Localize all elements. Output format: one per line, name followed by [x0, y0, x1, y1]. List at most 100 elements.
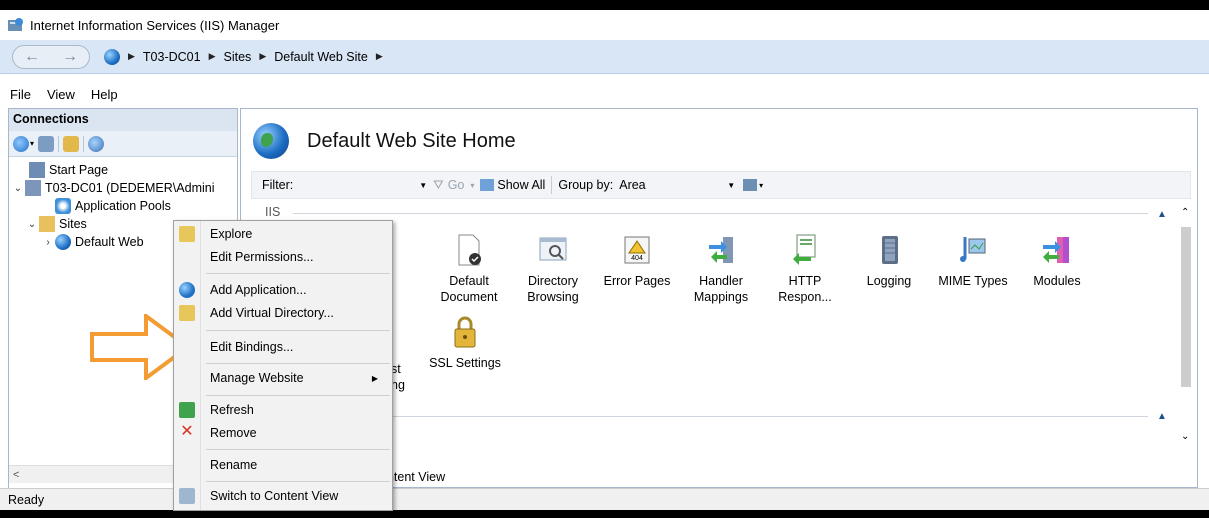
- breadcrumb-separator-icon: ▶: [208, 51, 216, 61]
- tree-item-start-page[interactable]: Start Page: [9, 161, 237, 179]
- menu-item-refresh[interactable]: Refresh: [174, 399, 392, 421]
- title-bar: Internet Information Services (IIS) Mana…: [0, 10, 1209, 40]
- group-by-label: Group by:: [558, 178, 614, 192]
- context-menu: Explore Edit Permissions... Add Applicat…: [173, 220, 393, 511]
- forward-arrow-icon[interactable]: →: [62, 48, 78, 66]
- window-title: Internet Information Services (IIS) Mana…: [30, 17, 280, 33]
- connections-header: Connections: [9, 109, 237, 131]
- connect-icon[interactable]: [13, 135, 29, 152]
- default-document-icon: [453, 233, 485, 267]
- menu-separator: [206, 273, 390, 274]
- collapse-group-icon[interactable]: ▲: [1157, 411, 1167, 422]
- connections-toolbar: ▾: [9, 131, 237, 157]
- explore-folder-icon: [179, 226, 195, 242]
- remove-x-icon: ✕: [180, 423, 194, 440]
- error-code-text: 404: [631, 255, 643, 262]
- group-divider: [293, 213, 1148, 214]
- disconnect-icon[interactable]: [88, 135, 105, 152]
- add-application-icon: [179, 282, 195, 298]
- filter-input[interactable]: [299, 176, 419, 194]
- globe-icon: [104, 48, 120, 65]
- feature-logging[interactable]: Logging: [847, 233, 931, 289]
- menu-item-switch-content-view[interactable]: Switch to Content View: [174, 485, 392, 507]
- save-icon[interactable]: [38, 135, 55, 152]
- breadcrumb-default-site[interactable]: Default Web Site: [274, 50, 368, 64]
- menu-file[interactable]: File: [10, 87, 31, 102]
- scroll-left-icon[interactable]: <: [13, 469, 19, 481]
- filter-bar: Filter: ▼ ⛛ Go ▾ Show All Group by: Area…: [251, 171, 1191, 199]
- content-view-icon: [179, 488, 195, 504]
- menu-separator: [206, 330, 390, 331]
- feature-request-filtering[interactable]: st ng: [391, 361, 415, 393]
- http-response-icon: [789, 233, 821, 267]
- iis-app-icon: [8, 18, 24, 32]
- show-all-icon: [480, 179, 495, 191]
- scroll-down-icon[interactable]: ⌄: [1181, 431, 1189, 442]
- modules-icon: [1041, 233, 1073, 267]
- logging-icon: [873, 233, 905, 267]
- collapse-group-icon[interactable]: ▲: [1157, 209, 1167, 220]
- feature-default-document[interactable]: Default Document: [427, 233, 511, 305]
- expand-chevron-icon[interactable]: ›: [41, 237, 55, 248]
- error-pages-icon: 404: [621, 233, 653, 267]
- menu-item-edit-permissions[interactable]: Edit Permissions...: [174, 246, 392, 268]
- menu-item-rename[interactable]: Rename: [174, 454, 392, 476]
- breadcrumb-sites[interactable]: Sites: [224, 50, 252, 64]
- scrollbar-thumb[interactable]: [1181, 227, 1191, 387]
- feature-directory-browsing[interactable]: Directory Browsing: [511, 233, 595, 305]
- menu-item-manage-website[interactable]: Manage Website ▶: [174, 367, 392, 389]
- go-button[interactable]: Go: [448, 178, 465, 192]
- toolbar-separator: [551, 176, 553, 194]
- group-divider: [391, 416, 1148, 417]
- menu-item-remove[interactable]: ✕ Remove: [174, 422, 392, 444]
- page-title: Default Web Site Home: [307, 129, 516, 152]
- breadcrumb-separator-icon: ▶: [259, 51, 267, 61]
- menu-separator: [206, 481, 390, 482]
- vertical-scrollbar[interactable]: ⌃ ⌄: [1179, 207, 1193, 447]
- show-all-button[interactable]: Show All: [497, 178, 545, 192]
- feature-error-pages[interactable]: 404 Error Pages: [595, 233, 679, 289]
- feature-handler-mappings[interactable]: Handler Mappings: [679, 233, 763, 305]
- virtual-directory-icon: [179, 305, 195, 321]
- filter-label: Filter:: [262, 178, 294, 192]
- back-arrow-icon[interactable]: ←: [24, 48, 40, 66]
- view-mode-icon[interactable]: [743, 179, 758, 191]
- menu-item-add-virtual-directory[interactable]: Add Virtual Directory...: [174, 302, 392, 324]
- tree-item-server[interactable]: ⌄ T03-DC01 (DEDEMER\Admini: [9, 179, 237, 197]
- content-header: Default Web Site Home: [253, 123, 516, 159]
- submenu-arrow-icon: ▶: [371, 373, 378, 383]
- feature-modules[interactable]: Modules: [1015, 233, 1099, 289]
- nav-buttons: ← →: [12, 44, 90, 69]
- menu-item-edit-bindings[interactable]: Edit Bindings...: [174, 336, 392, 358]
- view-mode-dropdown-icon[interactable]: ▾: [759, 181, 763, 190]
- breadcrumb-separator-icon[interactable]: ▶: [376, 51, 383, 62]
- feature-mime-types[interactable]: MIME Types: [931, 233, 1015, 289]
- go-dropdown-icon[interactable]: ▾: [470, 181, 474, 190]
- menu-separator: [206, 449, 390, 450]
- scroll-up-icon[interactable]: ⌃: [1181, 207, 1189, 218]
- feature-ssl-settings[interactable]: SSL Settings: [423, 315, 507, 371]
- go-funnel-icon: ⛛: [433, 177, 444, 192]
- collapse-chevron-icon[interactable]: ⌄: [11, 183, 25, 194]
- breadcrumb-server[interactable]: T03-DC01: [143, 50, 201, 64]
- sites-folder-icon: [39, 216, 55, 232]
- feature-http-response[interactable]: HTTP Respon...: [763, 233, 847, 305]
- group-by-select[interactable]: Area: [619, 178, 719, 192]
- menu-view[interactable]: View: [47, 87, 75, 102]
- up-level-icon[interactable]: [63, 135, 80, 152]
- menu-item-explore[interactable]: Explore: [174, 223, 392, 245]
- breadcrumb: ▶ T03-DC01 ▶ Sites ▶ Default Web Site ▶: [104, 48, 391, 65]
- menu-separator: [206, 395, 390, 396]
- refresh-icon: [179, 402, 195, 418]
- menu-item-add-application[interactable]: Add Application...: [174, 279, 392, 301]
- menu-help[interactable]: Help: [91, 87, 118, 102]
- toolbar-separator: [58, 135, 60, 152]
- tree-item-app-pools[interactable]: Application Pools: [9, 197, 237, 215]
- collapse-chevron-icon[interactable]: ⌄: [25, 219, 39, 230]
- directory-browsing-icon: [537, 233, 569, 267]
- filter-dropdown-icon[interactable]: ▼: [419, 181, 427, 190]
- mime-types-icon: [957, 233, 989, 267]
- server-icon: [25, 180, 41, 196]
- dropdown-arrow-icon[interactable]: ▾: [30, 139, 34, 148]
- group-by-dropdown-icon[interactable]: ▼: [727, 181, 735, 190]
